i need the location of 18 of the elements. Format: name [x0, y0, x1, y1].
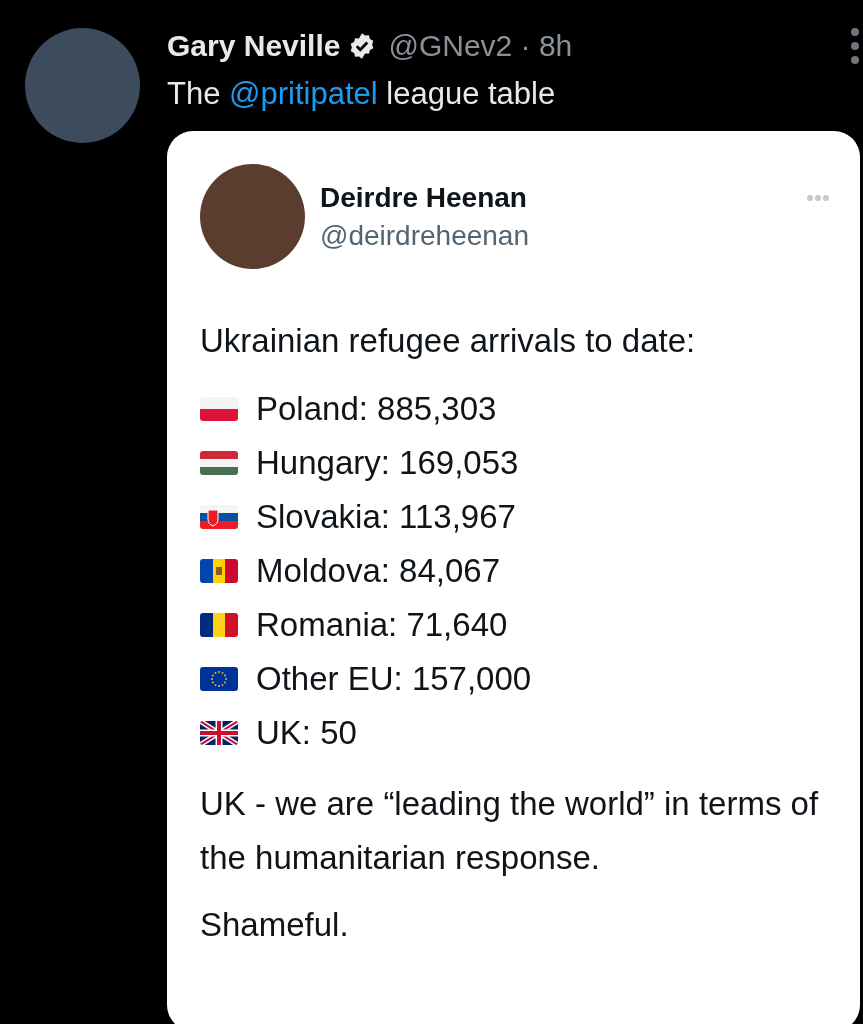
- arrival-count: Hungary: 169,053: [256, 444, 519, 482]
- tweet-text: UK - we are “leading the world” in terms of the humanitarian response.: [200, 784, 820, 878]
- tweet-text: Shameful.: [200, 905, 350, 945]
- arrival-count: Slovakia: 113,967: [256, 498, 516, 536]
- arrival-count: Romania: 71,640: [256, 606, 508, 644]
- mention-link[interactable]: @pritipatel: [229, 76, 378, 111]
- author-name[interactable]: Deirdre Heenan: [320, 178, 529, 217]
- arrival-count: UK: 50: [256, 714, 357, 752]
- handle[interactable]: @deirdreheenan: [320, 216, 529, 255]
- handle-and-time: @GNev2 · 8h: [388, 29, 573, 63]
- arrival-count: Moldova: 84,067: [256, 552, 500, 590]
- tweet-text: The @pritipatel league table: [167, 75, 557, 113]
- arrival-count: Other EU: 157,000: [256, 660, 532, 698]
- quoted-tweet-card[interactable]: [167, 131, 860, 1024]
- arrival-count: Poland: 885,303: [256, 390, 497, 428]
- author-name[interactable]: Gary Neville: [167, 29, 341, 63]
- more-icon[interactable]: [850, 26, 860, 66]
- tweet-text: Ukrainian refugee arrivals to date:: [200, 321, 697, 361]
